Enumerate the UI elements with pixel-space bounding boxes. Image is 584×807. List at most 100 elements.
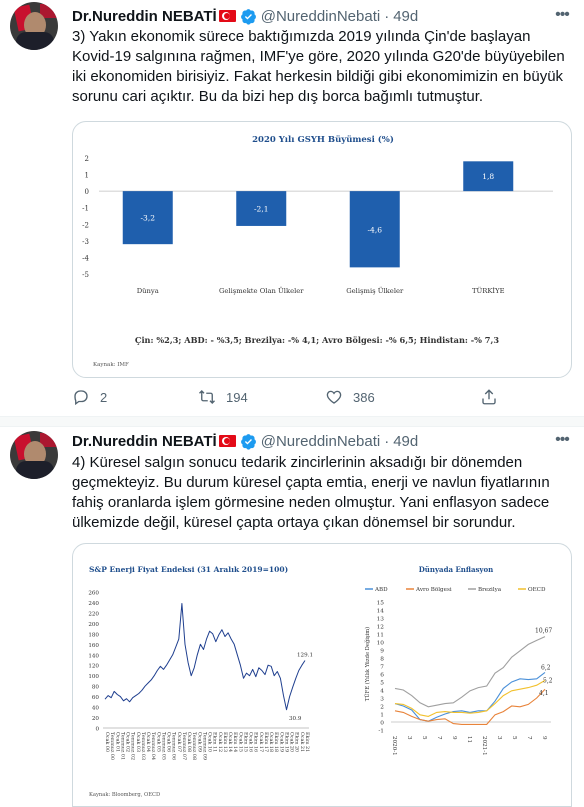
y-tick-label: 120 <box>88 664 99 670</box>
y-tick-label: 2 <box>380 705 384 711</box>
x-tick-label: Temmuz 03 <box>140 732 146 760</box>
bar-value-label: -4,6 <box>368 225 383 234</box>
reply-icon <box>74 390 88 406</box>
tweet-2: Dr.Nureddin NEBATİ @NureddinNebati · 49d… <box>0 427 584 807</box>
author-handle[interactable]: @NureddinNebati <box>261 8 380 25</box>
tweet-header: Dr.Nureddin NEBATİ @NureddinNebati · 49d <box>72 6 418 26</box>
x-tick-label: Ekim 14 <box>232 732 238 752</box>
tweet-header: Dr.Nureddin NEBATİ @NureddinNebati · 49d <box>72 431 418 451</box>
annotation-label: 30.9 <box>289 716 302 722</box>
bar-value-label: -2,1 <box>254 205 268 214</box>
chart-title: Dünyada Enflasyon <box>419 565 494 574</box>
y-tick-label: 7 <box>380 665 384 671</box>
chart-title: S&P Enerji Fiyat Endeksi (31 Aralık 2019… <box>89 565 288 574</box>
x-tick-label: Ocak 17 <box>258 732 264 752</box>
y-tick-label: 20 <box>92 716 100 722</box>
y-tick-label: 3 <box>380 697 384 703</box>
x-tick-label: Ekim 15 <box>242 732 248 752</box>
y-tick-label: 15 <box>377 601 385 607</box>
legend-label: ABD <box>374 587 388 593</box>
x-tick-label: 9 <box>541 736 547 740</box>
x-tick-label: 2020-1 <box>391 736 397 756</box>
chart-title: 2020 Yılı GSYH Büyümesi (%) <box>252 134 394 145</box>
share-button[interactable] <box>480 388 508 406</box>
avatar[interactable] <box>10 2 58 50</box>
author-name[interactable]: Dr.Nureddin NEBATİ <box>72 433 217 450</box>
y-tick-label: 40 <box>92 706 100 712</box>
x-tick-label: Ocak 09 <box>196 732 202 752</box>
series-line-0 <box>394 671 546 722</box>
series-line-2 <box>394 636 546 708</box>
y-tick-label: -1 <box>378 729 384 735</box>
y-tick-label: -5 <box>82 271 89 279</box>
timestamp[interactable]: 49d <box>393 8 418 25</box>
timestamp[interactable]: 49d <box>393 433 418 450</box>
y-tick-label: -2 <box>82 221 89 229</box>
x-tick-label: Temmuz 07 <box>181 732 187 760</box>
share-icon <box>482 389 496 405</box>
x-tick-label: Temmuz 06 <box>171 732 177 760</box>
like-icon <box>326 390 342 404</box>
series-line-3 <box>394 679 546 717</box>
retweet-icon <box>199 390 215 404</box>
y-tick-label: 4 <box>380 689 384 695</box>
y-tick-label: 8 <box>380 657 384 663</box>
y-tick-label: 0 <box>85 188 89 196</box>
x-tick-label: 7 <box>436 736 442 740</box>
y-tick-label: 60 <box>92 695 100 701</box>
y-tick-label: 14 <box>377 609 385 615</box>
like-button[interactable]: 386 <box>325 388 375 406</box>
tweet-actions: 2 194 386 <box>72 388 502 408</box>
x-tick-label: 5 <box>511 736 517 740</box>
turkish-flag-icon <box>218 435 236 447</box>
bar-value-label: -3,2 <box>141 214 156 223</box>
x-tick-label: Ekim 11 <box>212 732 218 752</box>
tweet-divider <box>0 416 584 427</box>
tweet-media-chart[interactable]: S&P Enerji Fiyat Endeksi (31 Aralık 2019… <box>72 543 572 807</box>
author-handle[interactable]: @NureddinNebati <box>261 433 380 450</box>
y-tick-label: 6 <box>380 673 384 679</box>
y-tick-label: 0 <box>380 721 384 727</box>
y-tick-label: 80 <box>92 685 100 691</box>
y-tick-label: 0 <box>95 727 99 733</box>
more-icon[interactable]: ••• <box>552 7 572 28</box>
y-tick-label: 12 <box>377 625 385 631</box>
series-line <box>104 603 306 711</box>
x-tick-label: Ekim 16 <box>253 732 259 752</box>
verified-badge-icon <box>240 8 256 25</box>
verified-badge-icon <box>240 433 256 450</box>
gdp-growth-chart: 2020 Yılı GSYH Büyümesi (%) 2 1 0 -1 -2 -3 -4 -5… <box>82 134 553 368</box>
x-tick-label: Temmuz 00 <box>109 732 115 760</box>
separator: · <box>384 7 390 25</box>
retweet-count: 194 <box>226 389 248 405</box>
y-tick-label: 200 <box>88 622 99 628</box>
x-tick-label: Ocak 15 <box>237 732 243 752</box>
avatar[interactable] <box>10 431 58 479</box>
retweet-button[interactable]: 194 <box>198 388 248 406</box>
y-tick-label: 140 <box>88 653 99 659</box>
x-tick-label: Ekim 19 <box>283 732 289 752</box>
x-tick-label: 3 <box>406 736 412 740</box>
more-icon[interactable]: ••• <box>552 432 572 453</box>
like-count: 386 <box>353 389 375 405</box>
x-tick-label: Temmuz 09 <box>201 732 207 760</box>
y-tick-label: 2 <box>85 155 89 163</box>
y-tick-label: 260 <box>88 591 99 597</box>
x-tick-label: Ocak 21 <box>299 732 305 752</box>
x-tick-label: Ekim 20 <box>294 732 300 752</box>
legend-label: OECD <box>528 587 546 593</box>
annotation-label: 4,1 <box>539 690 549 697</box>
x-tick-label: Ocak 05 <box>155 732 161 752</box>
x-tick-label: Ocak 18 <box>268 732 274 752</box>
reply-button[interactable]: 2 <box>72 388 107 406</box>
x-tick-label: Ocak 03 <box>135 732 141 752</box>
tweet-media-chart[interactable]: 2020 Yılı GSYH Büyümesi (%) 2 1 0 -1 -2 -3 -4 -5… <box>72 121 572 378</box>
chart-footnote: Çin: %2,3; ABD: - %3,5; Brezilya: -% 4,1… <box>135 335 499 345</box>
x-tick-label: Ocak 01 <box>114 732 120 752</box>
author-name[interactable]: Dr.Nureddin NEBATİ <box>72 8 217 25</box>
y-tick-label: 100 <box>88 674 99 680</box>
x-tick-label: Ocak 07 <box>176 732 182 752</box>
y-tick-label: -4 <box>82 254 89 262</box>
x-tick-label: Ocak 12 <box>217 732 223 752</box>
x-tick-label: Ekim 18 <box>273 732 279 752</box>
